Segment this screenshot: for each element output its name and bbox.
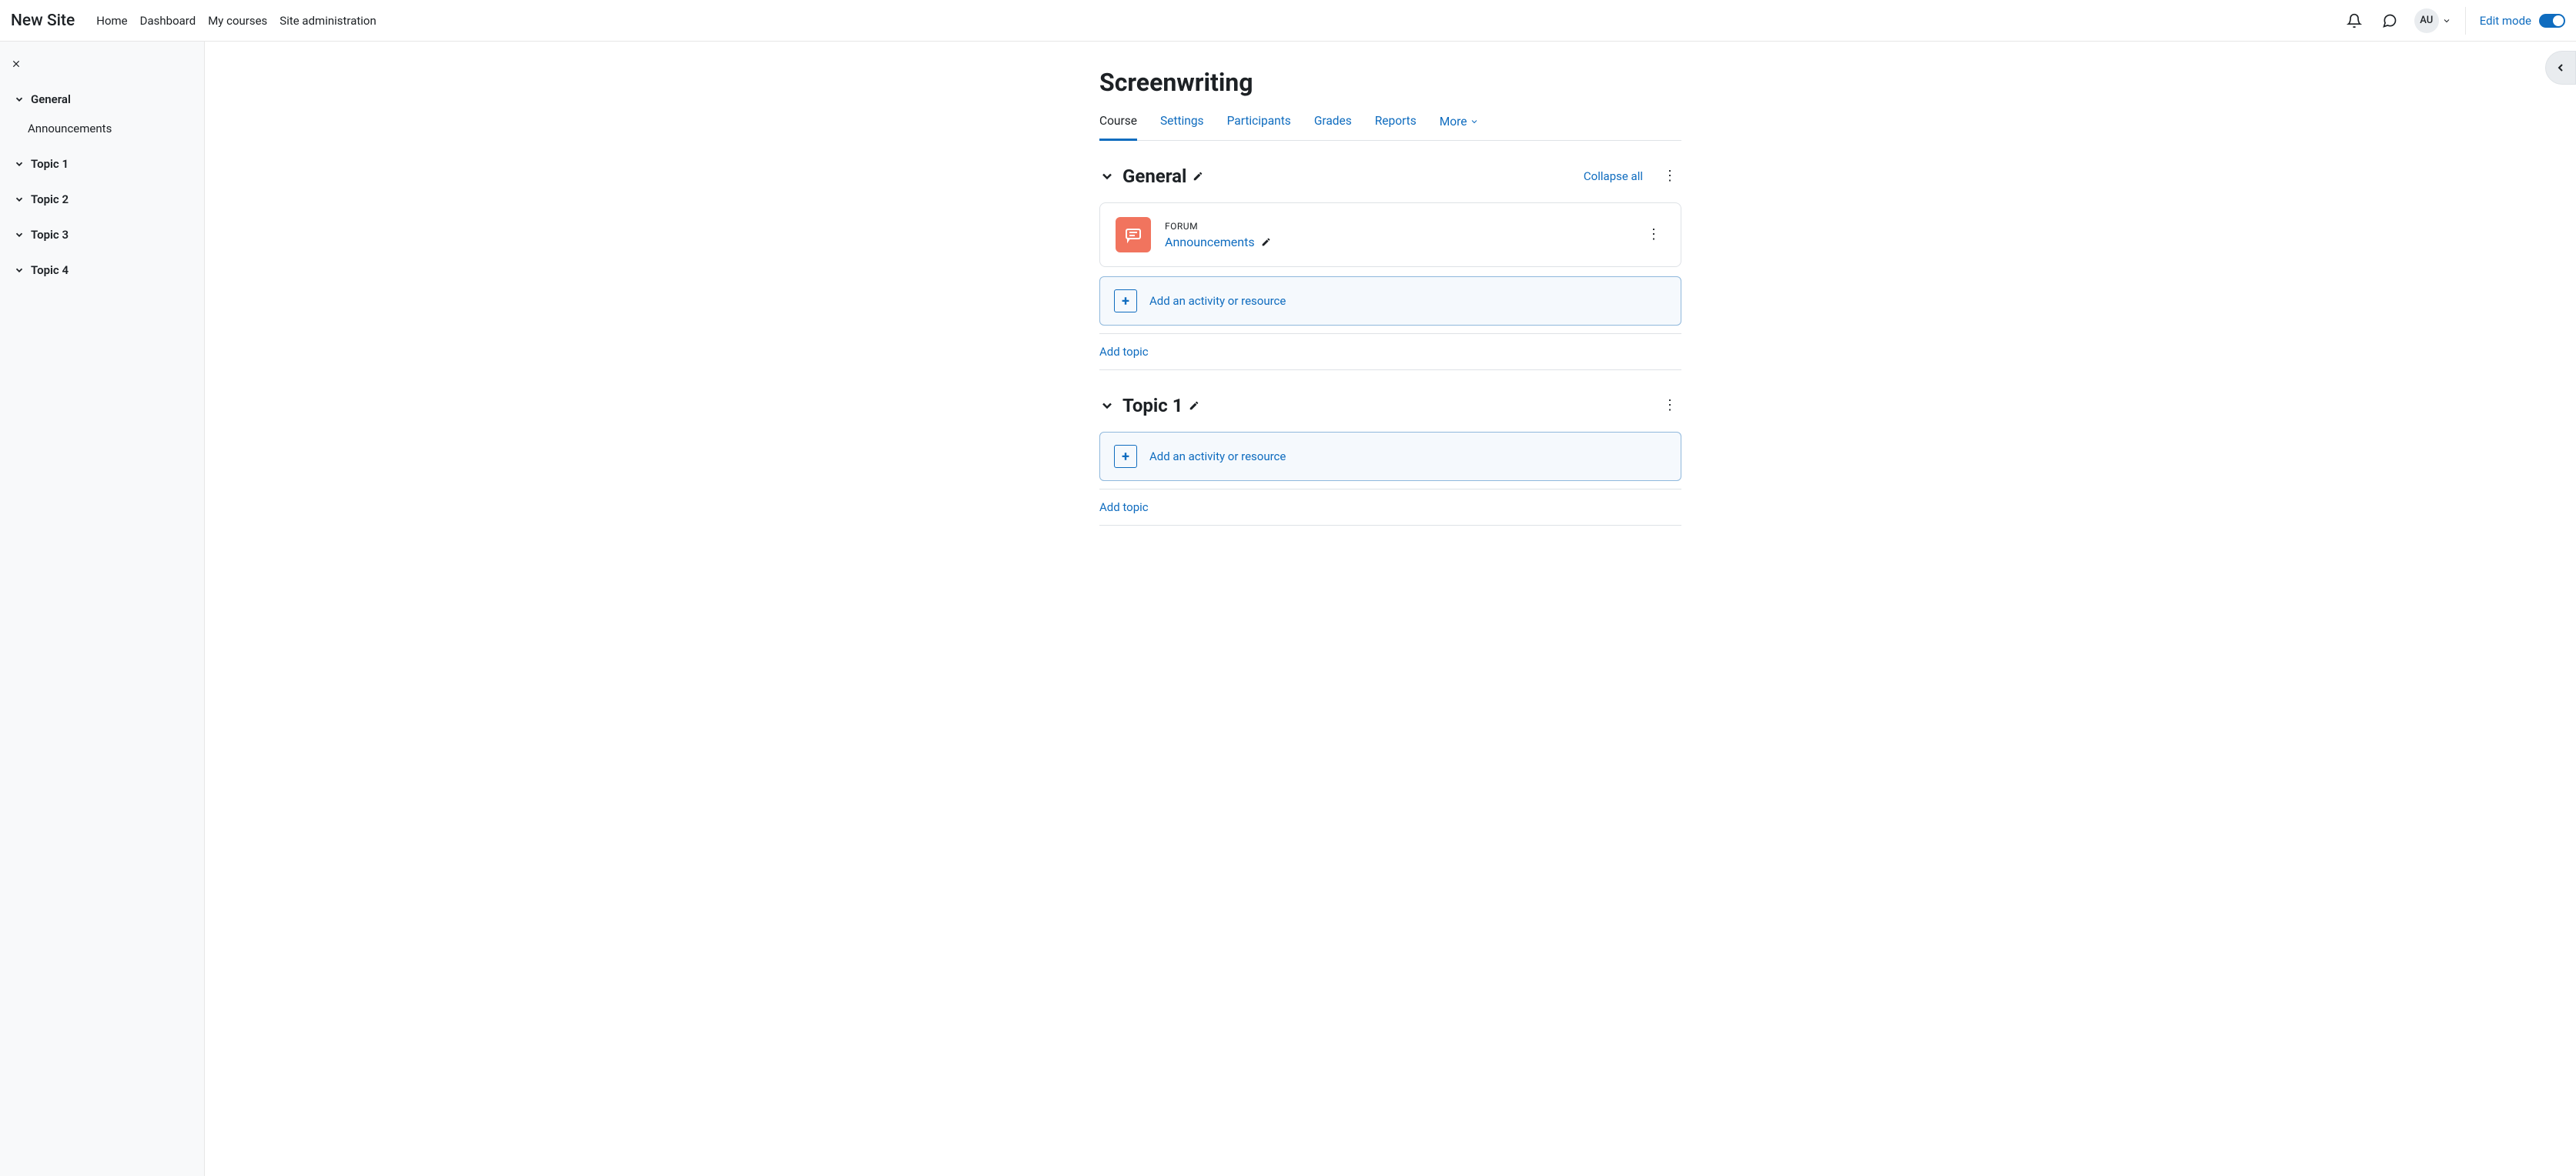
site-brand[interactable]: New Site — [11, 12, 75, 30]
divider — [2465, 7, 2466, 35]
sidebar-subitem-announcements[interactable]: Announcements — [11, 114, 193, 143]
edit-mode-toggle[interactable] — [2539, 14, 2565, 28]
edit-title-icon[interactable] — [1193, 171, 1203, 182]
activity-type: FORUM — [1165, 221, 1628, 232]
tab-more[interactable]: More — [1440, 114, 1480, 140]
activity-link[interactable]: Announcements — [1165, 235, 1255, 249]
nav-dashboard[interactable]: Dashboard — [140, 14, 196, 28]
sidebar-item-topic1[interactable]: Topic 1 — [11, 149, 193, 179]
section-head-right: Collapse all ⋮ — [1584, 169, 1681, 183]
messages-icon[interactable] — [2379, 10, 2400, 32]
tab-course[interactable]: Course — [1099, 114, 1137, 141]
chevron-down-icon[interactable] — [1099, 169, 1115, 184]
sidebar-item-general[interactable]: General — [11, 85, 193, 114]
edit-mode: Edit mode — [2480, 14, 2565, 28]
add-activity-label: Add an activity or resource — [1149, 449, 1286, 463]
section-head-right: ⋮ — [1658, 403, 1681, 409]
forum-icon — [1116, 217, 1151, 252]
sidebar-item-topic2[interactable]: Topic 2 — [11, 185, 193, 214]
sidebar-section-general: General Announcements — [11, 85, 193, 143]
sidebar-item-label: Topic 2 — [31, 192, 69, 206]
close-sidebar-icon[interactable] — [11, 58, 193, 69]
section-title: General — [1122, 165, 1203, 187]
nav-home[interactable]: Home — [96, 14, 127, 28]
tab-participants[interactable]: Participants — [1227, 114, 1291, 140]
topbar: New Site Home Dashboard My courses Site … — [0, 0, 2576, 42]
section-title-text: Topic 1 — [1122, 395, 1183, 416]
edit-mode-label: Edit mode — [2480, 14, 2531, 28]
section-general: General Collapse all ⋮ — [1099, 165, 1681, 370]
nav-my-courses[interactable]: My courses — [208, 14, 267, 28]
tab-grades[interactable]: Grades — [1314, 114, 1352, 140]
section-head-left: Topic 1 — [1099, 395, 1199, 416]
activity-name: Announcements — [1165, 235, 1628, 249]
chevron-down-icon — [14, 265, 25, 276]
add-activity-button[interactable]: + Add an activity or resource — [1099, 432, 1681, 481]
section-head: General Collapse all ⋮ — [1099, 165, 1681, 187]
activity-card-announcements: FORUM Announcements ⋮ — [1099, 202, 1681, 267]
sidebar-item-label: General — [31, 92, 71, 106]
tab-more-label: More — [1440, 115, 1467, 129]
sidebar-item-label: Topic 1 — [31, 157, 69, 171]
main: Screenwriting Course Settings Participan… — [205, 42, 2576, 1176]
section-head-left: General — [1099, 165, 1203, 187]
layout: General Announcements Topic 1 Topic 2 — [0, 42, 2576, 1176]
sidebar-item-topic3[interactable]: Topic 3 — [11, 220, 193, 249]
sidebar-section-topic2: Topic 2 — [11, 185, 193, 214]
course-tabs: Course Settings Participants Grades Repo… — [1099, 114, 1681, 141]
add-topic-link[interactable]: Add topic — [1099, 333, 1681, 370]
nav-site-admin[interactable]: Site administration — [279, 14, 376, 28]
sidebar-section-topic1: Topic 1 — [11, 149, 193, 179]
sidebar-item-topic4[interactable]: Topic 4 — [11, 256, 193, 285]
activity-menu-icon[interactable]: ⋮ — [1642, 232, 1665, 238]
primary-nav: Home Dashboard My courses Site administr… — [96, 14, 376, 28]
plus-icon: + — [1114, 445, 1137, 468]
section-topic1: Topic 1 ⋮ + Add an activity or resource — [1099, 395, 1681, 526]
open-block-drawer-button[interactable] — [2545, 51, 2576, 85]
course-title: Screenwriting — [1099, 68, 1681, 97]
notifications-icon[interactable] — [2343, 10, 2365, 32]
chevron-down-icon — [14, 159, 25, 169]
chevron-down-icon — [2442, 16, 2451, 25]
add-activity-button[interactable]: + Add an activity or resource — [1099, 276, 1681, 326]
section-head: Topic 1 ⋮ — [1099, 395, 1681, 416]
chevron-down-icon — [1470, 117, 1479, 126]
topbar-right: AU Edit mode — [2343, 7, 2565, 35]
user-menu[interactable]: AU — [2414, 8, 2451, 33]
collapse-all-link[interactable]: Collapse all — [1584, 169, 1643, 183]
chevron-down-icon — [14, 194, 25, 205]
chevron-down-icon[interactable] — [1099, 398, 1115, 413]
chevron-down-icon — [14, 229, 25, 240]
add-topic-link[interactable]: Add topic — [1099, 489, 1681, 526]
section-title: Topic 1 — [1122, 395, 1199, 416]
add-activity-label: Add an activity or resource — [1149, 294, 1286, 308]
course-index-sidebar: General Announcements Topic 1 Topic 2 — [0, 42, 205, 1176]
sidebar-item-label: Topic 4 — [31, 263, 69, 277]
avatar: AU — [2414, 8, 2439, 33]
tab-settings[interactable]: Settings — [1160, 114, 1204, 140]
edit-title-icon[interactable] — [1189, 400, 1199, 411]
edit-activity-icon[interactable] — [1261, 237, 1271, 247]
sidebar-item-label: Topic 3 — [31, 228, 69, 242]
tab-reports[interactable]: Reports — [1375, 114, 1417, 140]
chevron-down-icon — [14, 94, 25, 105]
sidebar-section-topic3: Topic 3 — [11, 220, 193, 249]
plus-icon: + — [1114, 289, 1137, 312]
sidebar-section-topic4: Topic 4 — [11, 256, 193, 285]
section-title-text: General — [1122, 165, 1186, 187]
section-menu-icon[interactable]: ⋮ — [1658, 173, 1681, 179]
activity-meta: FORUM Announcements — [1165, 221, 1628, 249]
section-menu-icon[interactable]: ⋮ — [1658, 403, 1681, 409]
content: Screenwriting Course Settings Participan… — [1099, 68, 1681, 1130]
